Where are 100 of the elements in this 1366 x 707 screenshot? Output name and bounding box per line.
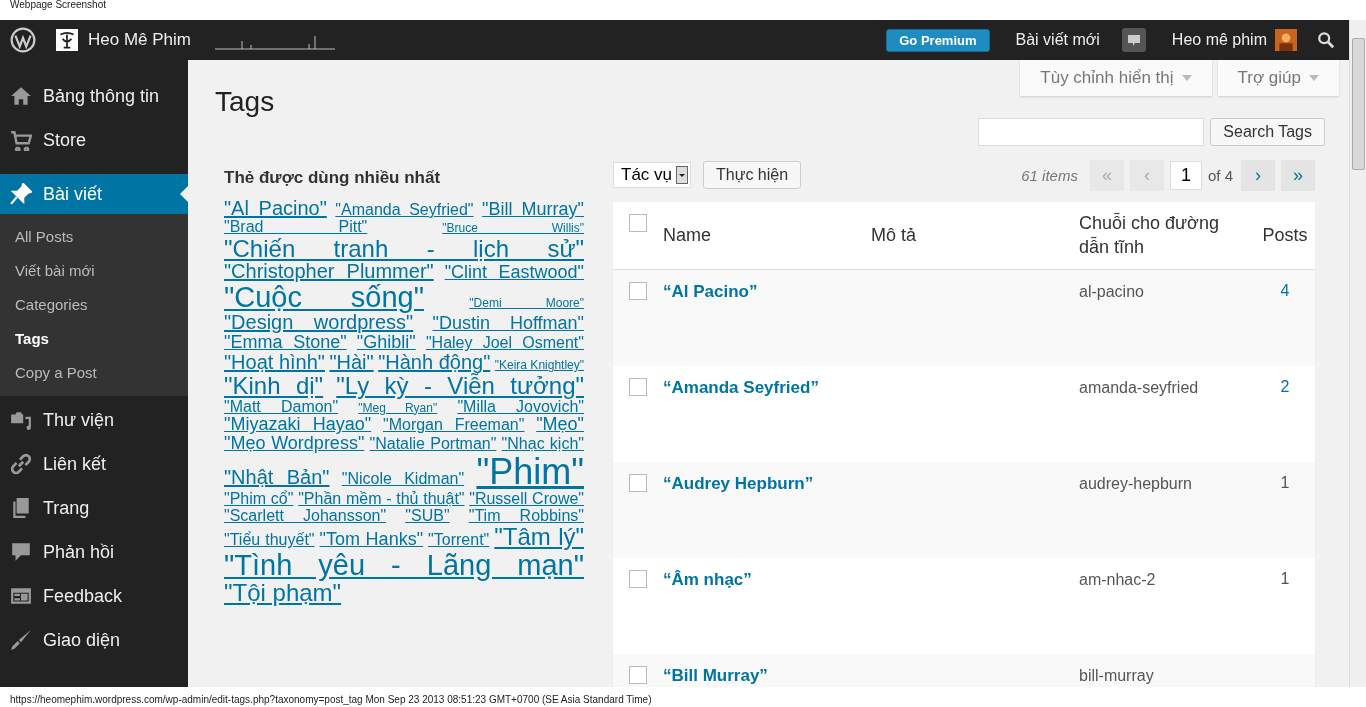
- post-count: 1: [1280, 474, 1290, 491]
- row-checkbox[interactable]: [629, 282, 647, 300]
- tag-link[interactable]: "Phim cổ": [224, 489, 294, 507]
- tag-name-link[interactable]: “Bill Murray”: [663, 666, 768, 685]
- menu-item[interactable]: Phản hồi: [0, 530, 188, 574]
- submenu-item[interactable]: Viết bài mới: [0, 254, 188, 288]
- screen-options-tab[interactable]: Trợ giúp: [1217, 60, 1339, 96]
- tag-link[interactable]: "Kinh dị": [224, 372, 324, 400]
- tag-link[interactable]: "Christopher Plummer": [224, 260, 434, 282]
- tag-link[interactable]: "Bruce Willis": [442, 221, 584, 235]
- notifications-icon[interactable]: [1121, 28, 1146, 52]
- tag-name-link[interactable]: “Amanda Seyfried”: [663, 378, 819, 397]
- tag-link[interactable]: "Scarlett Johansson": [224, 506, 387, 524]
- caret-icon: [1309, 75, 1319, 81]
- tag-link[interactable]: "Hoạt hình": [224, 351, 325, 374]
- search-tags-button[interactable]: Search Tags: [1210, 118, 1325, 146]
- column-header[interactable]: Posts: [1255, 225, 1315, 246]
- caret-icon: [1181, 75, 1192, 81]
- tag-name-link[interactable]: “Âm nhạc”: [663, 570, 752, 589]
- next-page-button[interactable]: ›: [1241, 159, 1275, 191]
- page-total: of 4: [1207, 166, 1233, 184]
- tag-link[interactable]: "Ghibli": [356, 332, 416, 353]
- tag-link[interactable]: "Meg Ryan": [358, 400, 438, 415]
- site-name-link[interactable]: Heo Mê Phim: [88, 30, 191, 50]
- slug-cell: bill-murray: [1079, 667, 1154, 684]
- slug-cell: amanda-seyfried: [1079, 379, 1199, 396]
- tag-link[interactable]: "Tom Hanks": [319, 529, 424, 550]
- link-icon: [10, 453, 32, 475]
- tag-link[interactable]: "Tiểu thuyết": [224, 531, 315, 549]
- tag-link[interactable]: "Nhạc kịch": [501, 435, 584, 453]
- tag-link[interactable]: "Emma Stone": [224, 332, 347, 353]
- page-title: Tags: [215, 86, 275, 119]
- tag-link[interactable]: "Hài": [329, 351, 374, 374]
- go-premium-button[interactable]: Go Premium: [886, 28, 990, 52]
- menu-item[interactable]: Feedback: [0, 574, 188, 618]
- search-field[interactable]: [978, 118, 1205, 146]
- tag-link[interactable]: "Demi Moore": [469, 296, 584, 310]
- menu-item[interactable]: Store: [0, 118, 188, 162]
- tag-link[interactable]: "Clint Eastwood": [444, 262, 584, 282]
- tag-link[interactable]: "Keira Knightley": [494, 358, 584, 373]
- tag-link[interactable]: "Al Pacino": [224, 197, 327, 219]
- tag-link[interactable]: "Mẹo Wordpress": [224, 433, 365, 454]
- tag-link[interactable]: "Ly kỳ - Viễn tưởng": [336, 372, 584, 400]
- screen-options-tab[interactable]: Tùy chỉnh hiển thị: [1020, 60, 1212, 96]
- tag-link[interactable]: "Tâm lý": [494, 523, 584, 551]
- select-all-checkbox[interactable]: [629, 214, 647, 232]
- site-logo-icon[interactable]: [56, 29, 78, 51]
- post-count[interactable]: 4: [1280, 282, 1290, 299]
- tag-name-link[interactable]: “Al Pacino”: [663, 282, 758, 301]
- tag-link[interactable]: "Miyazaki Hayao": [224, 414, 372, 435]
- last-page-button[interactable]: »: [1281, 159, 1315, 191]
- tag-link[interactable]: "Chiến tranh - lịch sử": [224, 234, 584, 262]
- tag-link[interactable]: "Hành động": [378, 351, 491, 374]
- apply-button[interactable]: Thực hiện: [703, 161, 802, 189]
- tag-link[interactable]: "SUB": [405, 506, 450, 524]
- tag-link[interactable]: "Dustin Hoffman": [432, 313, 584, 334]
- tag-link[interactable]: "Matt Damon": [224, 397, 339, 415]
- bulk-actions-select[interactable]: Tác vụ: [613, 162, 692, 188]
- tag-link[interactable]: "Amanda Seyfried": [335, 201, 474, 218]
- submenu-item[interactable]: Categories: [0, 288, 188, 322]
- column-header[interactable]: Chuỗi cho đường dẫn tĩnh: [1079, 212, 1245, 259]
- tag-link[interactable]: "Nhật Bản": [224, 466, 330, 489]
- paintbrush-icon: [10, 629, 32, 651]
- submenu-item[interactable]: Tags: [0, 322, 188, 356]
- menu-item[interactable]: Bảng thông tin: [0, 74, 188, 118]
- column-header[interactable]: Name: [663, 225, 871, 246]
- tag-link[interactable]: "Phần mềm - thủ thuật": [298, 489, 465, 507]
- post-count[interactable]: 2: [1280, 378, 1290, 395]
- tag-link[interactable]: "Mẹo": [536, 414, 584, 435]
- wordpress-logo-icon[interactable]: [10, 27, 36, 53]
- row-checkbox[interactable]: [629, 378, 647, 396]
- tag-link[interactable]: "Torrent": [428, 531, 490, 549]
- slug-cell: al-pacino: [1079, 283, 1144, 300]
- tag-link[interactable]: "Natalie Portman": [369, 435, 497, 453]
- tag-link[interactable]: "Tim Robbins": [468, 506, 584, 524]
- row-checkbox[interactable]: [629, 570, 647, 588]
- tag-link[interactable]: "Bill Murray": [482, 199, 584, 219]
- menu-item[interactable]: Bài viết: [0, 174, 188, 214]
- new-post-link[interactable]: Bài viết mới: [1015, 31, 1100, 49]
- tag-link[interactable]: "Cuộc sống": [224, 281, 425, 313]
- menu-item[interactable]: Liên kết: [0, 442, 188, 486]
- page-number-field[interactable]: 1: [1169, 160, 1202, 190]
- menu-item[interactable]: Giao diện: [0, 618, 188, 662]
- tag-link[interactable]: "Brad Pitt": [224, 218, 368, 235]
- menu-item[interactable]: Trang: [0, 486, 188, 530]
- tag-link[interactable]: "Nicole Kidman": [341, 470, 465, 488]
- menu-item[interactable]: Thư viện: [0, 398, 188, 442]
- submenu-item[interactable]: All Posts: [0, 220, 188, 254]
- tag-name-link[interactable]: “Audrey Hepburn”: [663, 474, 814, 493]
- form-icon: [10, 585, 32, 607]
- submenu-item[interactable]: Copy a Post: [0, 356, 188, 390]
- row-checkbox[interactable]: [629, 474, 647, 492]
- search-icon[interactable]: [1317, 31, 1335, 49]
- pushpin-icon: [10, 183, 32, 205]
- tag-link[interactable]: "Haley Joel Osment": [425, 334, 584, 352]
- scrollbar[interactable]: [1349, 20, 1366, 687]
- row-checkbox[interactable]: [629, 666, 647, 684]
- tag-link[interactable]: "Morgan Freeman": [383, 416, 525, 434]
- avatar-icon[interactable]: [1275, 29, 1297, 51]
- user-name-link[interactable]: Heo mê phim: [1171, 31, 1267, 49]
